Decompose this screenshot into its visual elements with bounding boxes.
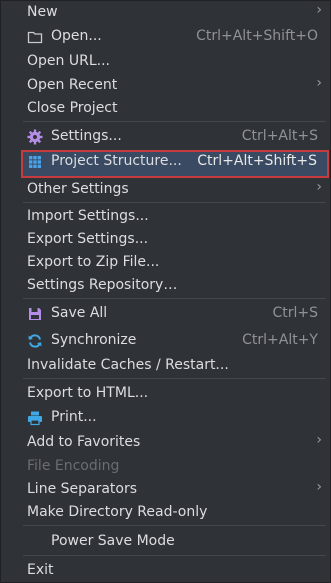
menu-item-label: Exit [27,562,54,578]
menu-item-open-recent[interactable]: Open Recent › [1,74,331,97]
menu-item-label: Project Structure... [51,153,182,169]
menu-item-open[interactable]: Open... Ctrl+Alt+Shift+O [1,25,331,48]
menu-separator [23,378,326,379]
menu-item-label: New [27,4,58,20]
menu-item-label: Open URL... [27,53,110,69]
menu-item-label: Export to Zip File... [27,254,160,270]
menu-item-other-settings[interactable]: Other Settings › [1,178,331,201]
menu-item-label: Save All [51,305,108,321]
menu-item-shortcut: Ctrl+Alt+Y [242,332,318,348]
menu-separator [23,121,326,122]
menu-item-import-settings[interactable]: Import Settings... [1,205,331,228]
menu-item-label: Open... [51,28,102,44]
menu-item-label: Other Settings [27,181,129,197]
menu-separator [23,555,326,556]
submenu-arrow-icon: › [316,479,322,495]
save-icon [29,308,41,320]
folder-icon [27,31,43,44]
sync-icon [28,334,42,348]
menu-item-label: Synchronize [51,332,137,348]
menu-separator [23,298,326,299]
menu-item-label: Line Separators [27,481,138,497]
menu-item-label: Make Directory Read-only [27,504,208,520]
menu-item-label: Print... [51,409,97,425]
menu-item-label: Close Project [27,100,118,116]
menu-item-label: File Encoding [27,458,120,474]
menu-item-file-encoding: File Encoding [1,455,331,478]
printer-icon [28,411,42,426]
gear-icon [27,129,43,145]
menu-item-line-separators[interactable]: Line Separators › [1,478,331,501]
file-menu: New › Open... Ctrl+Alt+Shift+O Open URL.… [0,0,331,583]
menu-item-save-all[interactable]: Save All Ctrl+S [1,302,331,325]
grid-icon [29,156,41,168]
menu-item-label: Add to Favorites [27,434,141,450]
menu-separator [23,525,326,526]
menu-item-shortcut: Ctrl+S [272,305,318,321]
menu-item-project-structure[interactable]: Project Structure... Ctrl+Alt+Shift+S [21,150,329,178]
menu-item-invalidate-caches[interactable]: Invalidate Caches / Restart... [1,354,331,377]
menu-item-label: Power Save Mode [51,533,175,549]
menu-item-label: Export Settings... [27,231,149,247]
menu-item-label: Settings... [51,128,122,144]
menu-item-label: Export to HTML... [27,385,149,401]
menu-item-export-zip[interactable]: Export to Zip File... [1,251,331,274]
menu-item-label: Import Settings... [27,208,149,224]
menu-item-synchronize[interactable]: Synchronize Ctrl+Alt+Y [1,329,331,352]
menu-item-shortcut: Ctrl+Alt+Shift+O [196,28,318,44]
menu-item-shortcut: Ctrl+Alt+Shift+S [197,153,317,169]
menu-item-power-save-mode[interactable]: Power Save Mode [1,530,331,553]
menu-item-exit[interactable]: Exit [1,559,331,582]
submenu-arrow-icon: › [316,2,322,18]
menu-item-settings[interactable]: Settings... Ctrl+Alt+S [1,125,331,148]
menu-item-print[interactable]: Print... [1,406,331,429]
menu-item-label: Open Recent [27,77,118,93]
submenu-arrow-icon: › [316,179,322,195]
submenu-arrow-icon: › [316,432,322,448]
submenu-arrow-icon: › [316,75,322,91]
menu-item-open-url[interactable]: Open URL... [1,50,331,73]
menu-item-label: Settings Repository… [27,277,178,293]
menu-item-new[interactable]: New › [1,1,331,24]
menu-item-settings-repository[interactable]: Settings Repository… [1,274,331,297]
menu-item-label: Invalidate Caches / Restart... [27,357,229,373]
menu-item-export-html[interactable]: Export to HTML... [1,382,331,405]
menu-separator [23,202,326,203]
menu-item-close-project[interactable]: Close Project [1,97,331,120]
menu-item-shortcut: Ctrl+Alt+S [241,128,318,144]
menu-item-export-settings[interactable]: Export Settings... [1,228,331,251]
menu-item-add-to-favorites[interactable]: Add to Favorites › [1,431,331,454]
menu-item-make-directory-read-only[interactable]: Make Directory Read-only [1,501,331,524]
